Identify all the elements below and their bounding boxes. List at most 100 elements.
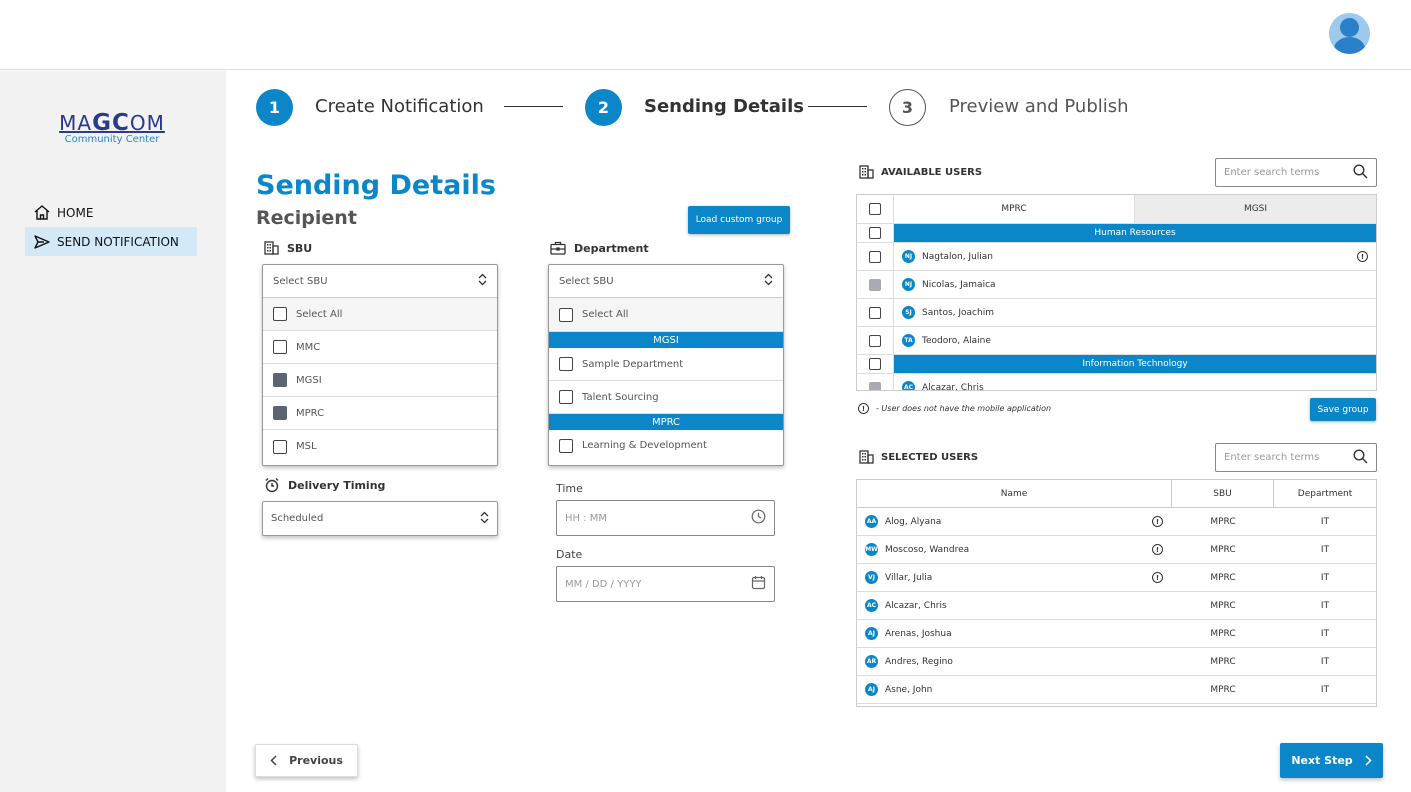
search-icon[interactable] <box>1353 163 1368 182</box>
avatar: AC <box>902 381 915 390</box>
next-step-button[interactable]: Next Step <box>1280 743 1383 778</box>
table-row[interactable]: AJ Arenas, Joshua MPRC IT <box>857 620 1376 648</box>
sbu-option[interactable]: MGSI <box>263 364 497 397</box>
list-item[interactable]: SJ Santos, Joachim <box>857 299 1376 327</box>
column-header-name[interactable]: Name <box>857 480 1172 507</box>
checkbox[interactable] <box>273 307 287 321</box>
step-connector <box>808 106 867 107</box>
brand-logo: MAGCOM Community Center <box>56 112 168 146</box>
user-avatar[interactable] <box>1329 13 1370 54</box>
selected-users-title: SELECTED USERS <box>859 450 978 464</box>
department-dropdown[interactable]: Select SBU Select All MGSI Sample Depart… <box>548 264 784 466</box>
available-search-input[interactable]: Enter search terms <box>1215 158 1377 187</box>
step-2-circle: 2 <box>585 89 622 126</box>
table-row[interactable]: AR Andres, Regino MPRC IT <box>857 648 1376 676</box>
avatar: AJ <box>865 683 878 696</box>
table-row[interactable]: MW Moscoso, Wandrea! MPRC IT <box>857 536 1376 564</box>
checkbox-checked[interactable] <box>273 406 287 420</box>
search-icon[interactable] <box>1353 448 1368 467</box>
checkbox[interactable] <box>559 438 573 453</box>
list-item[interactable]: TA Teodoro, Alaine <box>857 327 1376 355</box>
column-header-sbu[interactable]: SBU <box>1172 480 1274 507</box>
load-custom-group-button[interactable]: Load custom group <box>688 206 790 234</box>
calendar-icon[interactable] <box>751 575 766 593</box>
department-option-select-all[interactable]: Select All <box>549 298 783 332</box>
chevron-updown-icon <box>478 273 487 289</box>
department-option[interactable]: Sample Department <box>549 348 783 381</box>
info-icon: ! <box>1152 516 1163 527</box>
avatar: TA <box>902 334 915 347</box>
sbu-option[interactable]: MSL <box>263 430 497 463</box>
checkbox[interactable] <box>869 334 881 347</box>
date-label: Date <box>556 548 583 561</box>
checkbox[interactable] <box>273 340 287 354</box>
nav-send-label: SEND NOTIFICATION <box>57 234 179 249</box>
selected-users-table: Name SBU Department AA Alog, Alyana! MPRC… <box>856 479 1377 707</box>
department-option[interactable]: Learning & Development <box>549 430 783 461</box>
building-icon <box>264 241 279 255</box>
delivery-timing-select[interactable]: Scheduled <box>262 501 498 536</box>
checkbox-checked[interactable] <box>869 381 881 390</box>
step-2-label: Sending Details <box>644 96 804 117</box>
table-row[interactable]: VJ Villar, Julia! MPRC IT <box>857 564 1376 592</box>
checkbox[interactable] <box>559 357 573 371</box>
list-item[interactable]: NJ Nagtalon, Julian ! <box>857 243 1376 271</box>
column-header-department[interactable]: Department <box>1274 480 1376 507</box>
alarm-clock-icon <box>264 477 280 493</box>
page-title: Sending Details <box>256 170 496 201</box>
checkbox[interactable] <box>559 307 573 322</box>
previous-button[interactable]: Previous <box>255 744 358 777</box>
sbu-option-select-all[interactable]: Select All <box>263 298 497 331</box>
sbu-option[interactable]: MMC <box>263 331 497 364</box>
clock-icon[interactable] <box>751 509 766 527</box>
checkbox-select-all[interactable] <box>869 203 881 215</box>
nav-item-home[interactable]: HOME <box>25 198 197 227</box>
sbu-dropdown[interactable]: Select SBU Select All MMC MGSI MPRC MSL <box>262 264 498 466</box>
table-row[interactable]: AA Alog, Alyana! MPRC IT <box>857 508 1376 536</box>
list-item[interactable]: AC Alcazar, Chris <box>857 374 1376 390</box>
department-option[interactable]: Talent Sourcing <box>549 381 783 414</box>
time-input[interactable]: HH : MM <box>556 500 775 536</box>
date-input[interactable]: MM / DD / YYYY <box>556 566 775 602</box>
top-bar <box>0 0 1411 70</box>
step-3-label: Preview and Publish <box>949 96 1129 117</box>
checkbox[interactable] <box>869 358 881 370</box>
avatar: AC <box>865 599 878 612</box>
info-icon: ! <box>1152 572 1163 583</box>
table-row[interactable]: AC Alcazar, Chris MPRC IT <box>857 592 1376 620</box>
selected-search-input[interactable]: Enter search terms <box>1215 443 1377 472</box>
checkbox[interactable] <box>869 250 881 263</box>
sidebar <box>0 71 226 792</box>
table-header: Name SBU Department <box>857 480 1376 508</box>
avatar: NJ <box>902 250 915 263</box>
briefcase-icon <box>550 241 566 255</box>
table-row[interactable]: AJ Asne, John MPRC IT <box>857 676 1376 704</box>
sbu-label: SBU <box>264 241 312 255</box>
checkbox[interactable] <box>869 306 881 319</box>
group-row: Human Resources <box>857 224 1376 243</box>
tab-mgsi[interactable]: MGSI <box>1135 195 1376 223</box>
chevron-left-icon <box>270 755 277 766</box>
checkbox[interactable] <box>869 227 881 239</box>
building-icon <box>859 450 874 464</box>
avatar: AJ <box>865 627 878 640</box>
department-select-head[interactable]: Select SBU <box>549 265 783 298</box>
checkbox-checked[interactable] <box>273 373 287 387</box>
list-item[interactable]: NJ Nicolas, Jamaica <box>857 271 1376 299</box>
chevron-right-icon <box>1365 755 1372 766</box>
avatar: AA <box>865 515 878 528</box>
available-users-list: MPRC MGSI Human Resources NJ Nagtalon, Ju… <box>856 194 1377 391</box>
checkbox[interactable] <box>273 439 287 454</box>
checkbox[interactable] <box>559 390 573 404</box>
checkbox-checked[interactable] <box>869 278 881 291</box>
sbu-select-head[interactable]: Select SBU <box>263 265 497 298</box>
save-group-button[interactable]: Save group <box>1310 398 1376 421</box>
group-information-technology: Information Technology <box>894 355 1376 373</box>
time-label: Time <box>556 482 583 495</box>
sbu-option[interactable]: MPRC <box>263 397 497 430</box>
nav-item-send-notification[interactable]: SEND NOTIFICATION <box>25 227 197 256</box>
tab-mprc[interactable]: MPRC <box>894 195 1135 223</box>
available-tabs-row: MPRC MGSI <box>857 195 1376 224</box>
step-connector <box>504 106 563 107</box>
group-human-resources: Human Resources <box>894 224 1376 242</box>
